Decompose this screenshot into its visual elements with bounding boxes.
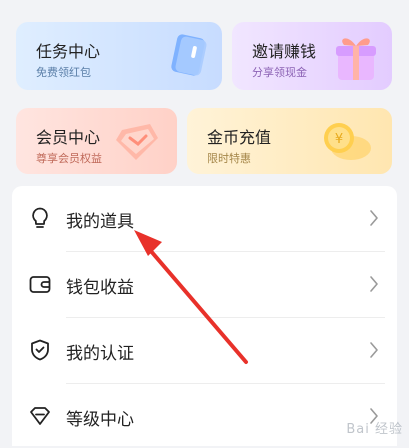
menu-item-my-verification[interactable]: 我的认证 bbox=[12, 318, 397, 382]
svg-text:¥: ¥ bbox=[335, 132, 343, 147]
coin-recharge-subtitle: 限时特惠 bbox=[207, 152, 251, 165]
coin-recharge-card[interactable]: 金币充值 限时特惠 ¥ bbox=[187, 108, 392, 174]
diamond-icon bbox=[116, 124, 158, 160]
member-center-card[interactable]: 会员中心 尊享会员权益 bbox=[16, 108, 177, 174]
chevron-right-icon bbox=[370, 276, 378, 292]
wallet-icon bbox=[29, 276, 51, 293]
level-icon bbox=[30, 407, 50, 425]
bulb-icon bbox=[32, 207, 48, 228]
notebook-icon bbox=[171, 34, 207, 76]
menu-item-label: 钱包收益 bbox=[66, 278, 134, 298]
chevron-right-icon bbox=[370, 342, 378, 358]
menu-list: 我的道具 钱包收益 我的认证 等级中心 bbox=[12, 186, 397, 446]
menu-item-label: 等级中心 bbox=[66, 410, 134, 430]
menu-item-label: 我的道具 bbox=[66, 212, 134, 232]
shield-check-icon bbox=[31, 339, 49, 361]
watermark: Bai 经验 bbox=[346, 422, 403, 437]
task-center-subtitle: 免费领红包 bbox=[36, 66, 91, 79]
menu-item-label: 我的认证 bbox=[66, 344, 134, 364]
coin-icon: ¥ bbox=[324, 123, 371, 160]
invite-earn-title: 邀请赚钱 bbox=[252, 42, 317, 61]
menu-item-level-center[interactable]: 等级中心 bbox=[12, 384, 397, 448]
invite-earn-card[interactable]: 邀请赚钱 分享领现金 bbox=[232, 22, 392, 90]
gift-icon bbox=[336, 38, 376, 80]
coin-recharge-title: 金币充值 bbox=[207, 128, 272, 147]
menu-item-my-props[interactable]: 我的道具 bbox=[12, 186, 397, 250]
chevron-right-icon bbox=[370, 210, 378, 226]
task-center-title: 任务中心 bbox=[36, 42, 101, 61]
menu-item-wallet-earnings[interactable]: 钱包收益 bbox=[12, 252, 397, 316]
member-center-subtitle: 尊享会员权益 bbox=[36, 152, 102, 165]
task-center-card[interactable]: 任务中心 免费领红包 bbox=[16, 22, 222, 90]
member-center-title: 会员中心 bbox=[36, 128, 101, 147]
invite-earn-subtitle: 分享领现金 bbox=[252, 66, 307, 79]
